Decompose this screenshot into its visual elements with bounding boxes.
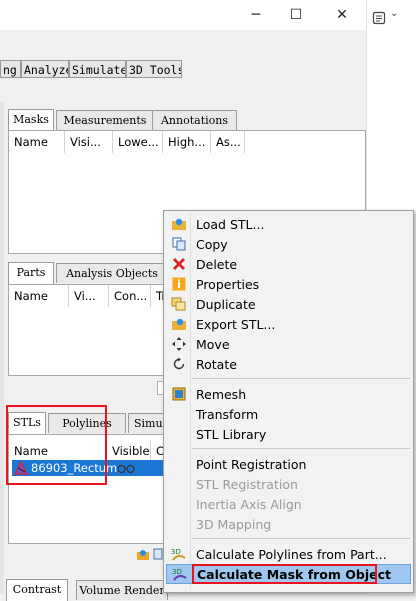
menu-item-label: Duplicate [196, 296, 256, 312]
rotate-icon [170, 356, 188, 372]
menu-item-delete[interactable]: Delete [166, 254, 411, 274]
tab-volume-render[interactable]: Volume Render [76, 580, 168, 600]
title-bar: ─ ☐ ✕ [0, 0, 366, 30]
svg-text:3D: 3D [171, 548, 181, 556]
column-header-visible[interactable]: Vi... [69, 285, 109, 307]
column-header-name[interactable]: Name [9, 285, 69, 307]
menu-item-label: Inertia Axis Align [196, 496, 302, 512]
menu-item-label: Rotate [196, 356, 237, 372]
menu-item-label: Copy [196, 236, 228, 252]
menu-item-remesh[interactable]: Remesh [166, 384, 411, 404]
menu-item-3d-mapping: 3D Mapping [166, 514, 411, 534]
menu-item-label: Move [196, 336, 230, 352]
menu-separator [192, 448, 410, 449]
column-header-visible[interactable]: Visi... [65, 131, 113, 153]
close-icon: ✕ [336, 7, 348, 23]
menu-item-rotate[interactable]: Rotate [166, 354, 411, 374]
load-stl-icon[interactable] [136, 549, 150, 561]
calc-3d-icon: 3D [171, 566, 189, 582]
column-header-name[interactable]: Name [9, 131, 65, 153]
document-list-icon[interactable] [370, 10, 388, 26]
column-header-higher[interactable]: High... [163, 131, 211, 153]
move-arrows-icon [170, 336, 188, 352]
menu-item-inertia-axis-align: Inertia Axis Align [166, 494, 411, 514]
maximize-icon: ☐ [289, 7, 303, 23]
tab-modeling[interactable]: ng [0, 60, 21, 78]
remesh-cube-icon [170, 386, 188, 402]
maximize-button[interactable]: ☐ [276, 0, 316, 30]
delete-x-icon [170, 256, 188, 272]
menu-item-calculate-polylines[interactable]: 3D Calculate Polylines from Part... [166, 544, 411, 564]
menu-item-label: Remesh [196, 386, 247, 402]
menu-item-duplicate[interactable]: Duplicate [166, 294, 411, 314]
minimize-icon: ─ [251, 7, 261, 23]
tab-analyze[interactable]: Analyze [21, 60, 69, 78]
menu-item-label: Transform [196, 406, 259, 422]
tab-3d-tools[interactable]: 3D Tools [126, 60, 182, 78]
folder-open-icon [170, 216, 188, 232]
menu-item-load-stl[interactable]: Load STL... [166, 214, 411, 234]
glasses-icon[interactable] [116, 461, 136, 475]
column-header-assigned[interactable]: As... [211, 131, 245, 153]
close-button[interactable]: ✕ [322, 0, 362, 30]
menu-item-label: Properties [196, 276, 260, 292]
panel-edge [0, 102, 4, 594]
menu-item-label: 3D Mapping [196, 516, 272, 532]
menu-item-point-registration[interactable]: Point Registration [166, 454, 411, 474]
toolbar-tab-bar: ng Analyze Simulate 3D Tools [0, 60, 366, 80]
tab-analysis-objects[interactable]: Analysis Objects [56, 263, 168, 283]
menu-item-export-stl[interactable]: Export STL... [166, 314, 411, 334]
tab-annotations[interactable]: Annotations [152, 110, 237, 130]
menu-item-properties[interactable]: Properties [166, 274, 411, 294]
copy-icon [170, 236, 188, 252]
menu-item-copy[interactable]: Copy [166, 234, 411, 254]
chevron-down-icon[interactable]: ⌄ [390, 8, 398, 19]
masks-tab-row: Masks Measurements Annotations [8, 109, 268, 131]
highlight-box-stls [6, 405, 107, 485]
menu-item-move[interactable]: Move [166, 334, 411, 354]
menu-item-label: Load STL... [196, 216, 265, 232]
minimize-button[interactable]: ─ [236, 0, 276, 30]
menu-item-label: STL Registration [196, 476, 298, 492]
column-header-visible[interactable]: Visible [107, 440, 151, 462]
menu-item-transform[interactable]: Transform [166, 404, 411, 424]
tab-simulate[interactable]: Simulate [69, 60, 126, 78]
duplicate-icon [170, 296, 188, 312]
calc-3d-icon: 3D [170, 546, 188, 562]
menu-item-label: STL Library [196, 426, 267, 442]
column-header-lower[interactable]: Lowe... [113, 131, 163, 153]
tab-simulation[interactable]: Simul [128, 413, 168, 433]
menu-item-stl-library[interactable]: STL Library [166, 424, 411, 444]
svg-text:3D: 3D [172, 568, 182, 576]
menu-item-label: Calculate Polylines from Part... [196, 546, 387, 562]
column-header-contour[interactable]: Con... [109, 285, 151, 307]
menu-separator [192, 538, 410, 539]
context-menu: Load STL... Copy Delete Properties Dupli… [163, 210, 414, 593]
menu-separator [192, 378, 410, 379]
highlight-box-calculate-mask [192, 564, 377, 584]
menu-item-label: Delete [196, 256, 238, 272]
tab-parts[interactable]: Parts [8, 262, 54, 284]
tab-masks[interactable]: Masks [8, 109, 54, 131]
menu-item-label: Export STL... [196, 316, 276, 332]
export-folder-icon [170, 316, 188, 332]
tab-contrast[interactable]: Contrast [6, 579, 68, 601]
info-icon [170, 276, 188, 292]
menu-item-label: Point Registration [196, 456, 307, 472]
menu-item-stl-registration: STL Registration [166, 474, 411, 494]
tab-measurements[interactable]: Measurements [56, 110, 154, 130]
